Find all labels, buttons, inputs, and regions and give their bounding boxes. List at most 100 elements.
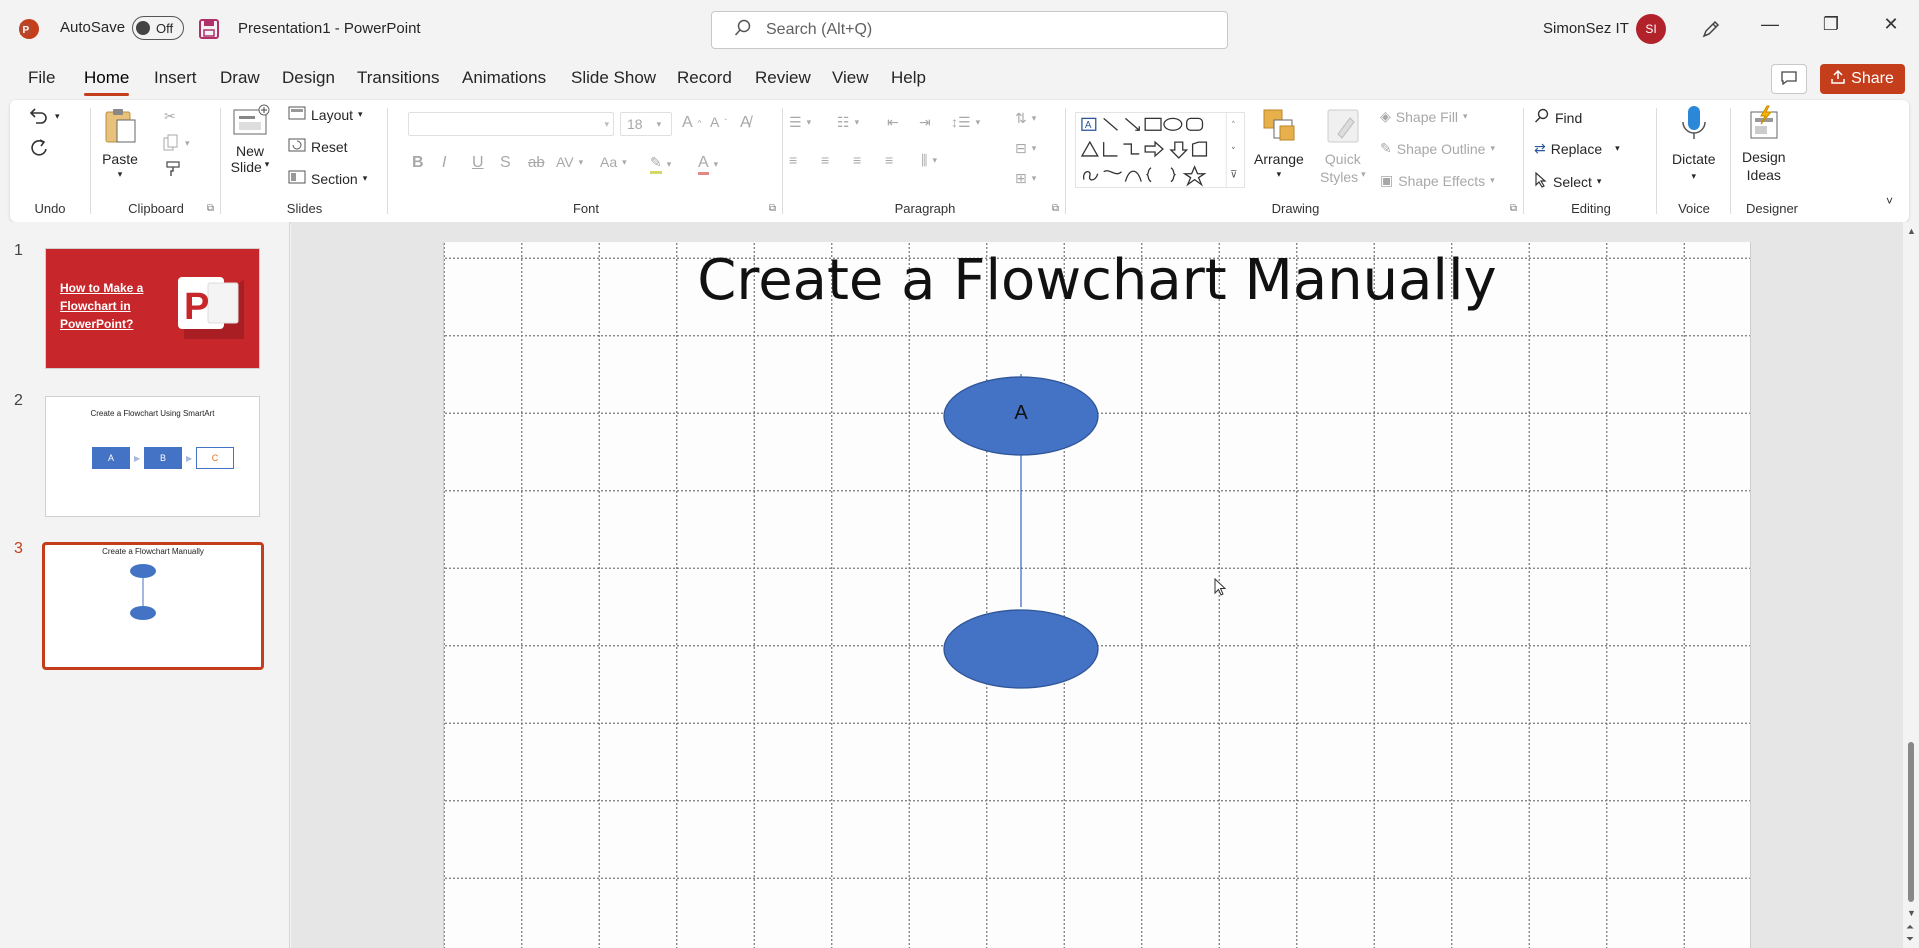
layout-button[interactable]: Layout ▾: [288, 106, 363, 123]
dialog-launcher-icon[interactable]: ⧉: [1052, 203, 1059, 214]
line-spacing-icon[interactable]: ↕☰ ▾: [951, 114, 980, 131]
minimize-icon[interactable]: —: [1755, 14, 1785, 35]
copy-icon[interactable]: ▾: [162, 134, 190, 152]
select-button[interactable]: Select ▾: [1534, 171, 1601, 191]
dictate-button[interactable]: Dictate ▾: [1672, 104, 1716, 182]
dialog-launcher-icon[interactable]: ⧉: [769, 203, 776, 214]
shapes-gallery[interactable]: A ˄ ˅ ⊽: [1075, 112, 1245, 188]
paste-button[interactable]: Paste ▾: [102, 106, 138, 180]
increase-indent-icon[interactable]: ⇥: [919, 114, 931, 131]
text-shadow-icon[interactable]: S: [500, 154, 511, 172]
dialog-launcher-icon[interactable]: ⧉: [1510, 203, 1517, 214]
align-text-icon[interactable]: ⊟ ▾: [1015, 140, 1036, 157]
tab-transitions[interactable]: Transitions: [357, 68, 440, 88]
columns-icon[interactable]: ⫼ ▾: [921, 152, 937, 169]
tab-insert[interactable]: Insert: [154, 68, 197, 88]
format-painter-icon[interactable]: [164, 160, 182, 178]
cut-icon[interactable]: ✂: [164, 108, 176, 125]
section-button[interactable]: Section ▾: [288, 170, 367, 187]
bold-icon[interactable]: B: [412, 154, 424, 172]
scrollbar-thumb[interactable]: [1908, 742, 1914, 902]
shape-outline-button[interactable]: ✎ Shape Outline ▾: [1380, 140, 1495, 157]
align-center-icon[interactable]: ≡: [821, 152, 829, 168]
underline-icon[interactable]: U: [472, 154, 484, 172]
undo-group-label: Undo: [34, 201, 66, 216]
font-name-dropdown[interactable]: ▾: [408, 112, 614, 136]
find-button[interactable]: Find: [1534, 108, 1582, 127]
align-left-icon[interactable]: ≡: [789, 152, 797, 168]
scroll-up-icon[interactable]: ▲: [1907, 226, 1916, 236]
user-avatar[interactable]: SI: [1636, 14, 1666, 44]
tab-design[interactable]: Design: [282, 68, 335, 88]
tab-slide-show[interactable]: Slide Show: [571, 68, 656, 88]
align-right-icon[interactable]: ≡: [853, 152, 861, 168]
user-name[interactable]: SimonSez IT: [1543, 20, 1629, 37]
previous-slide-icon[interactable]: ⏶: [1906, 922, 1914, 933]
highlight-color-icon[interactable]: ✎ ▾: [650, 154, 671, 174]
svg-text:˅: ˅: [1231, 147, 1235, 157]
divider: [220, 108, 221, 214]
bullets-icon[interactable]: ☰ ▾: [789, 114, 811, 131]
paste-icon: [102, 106, 138, 149]
scroll-down-icon[interactable]: ▼: [1907, 908, 1916, 918]
numbering-icon[interactable]: ☷ ▾: [837, 114, 859, 131]
share-button[interactable]: Share: [1820, 64, 1905, 94]
paragraph-group: ☰ ▾ ☷ ▾ ⇤ ⇥ ↕☰ ▾ ≡ ≡ ≡ ≡ ⫼ ▾ ⇅ ▾ ⊟ ▾ ⊞ ▾…: [785, 100, 1065, 222]
redo-icon[interactable]: [28, 138, 50, 160]
flowchart-oval-b[interactable]: [943, 609, 1099, 689]
strikethrough-icon[interactable]: ab: [528, 154, 545, 171]
new-slide-button[interactable]: New Slide ▾: [230, 104, 270, 175]
vertical-scrollbar[interactable]: ▲ ▼ ⏶ ⏷: [1903, 222, 1919, 948]
pen-icon[interactable]: [1700, 18, 1722, 40]
divider: [90, 108, 91, 214]
slide-3-editor[interactable]: Create a Flowchart Manually A: [443, 242, 1751, 948]
svg-text:P: P: [23, 25, 30, 36]
reset-label: Reset: [311, 138, 348, 155]
justify-icon[interactable]: ≡: [885, 152, 893, 168]
close-icon[interactable]: ✕: [1876, 14, 1906, 35]
increase-font-icon[interactable]: A ^: [682, 114, 701, 132]
replace-icon: ⇄: [1534, 140, 1546, 156]
smartart-convert-icon[interactable]: ⊞ ▾: [1015, 170, 1036, 187]
comment-icon: [1781, 70, 1797, 88]
undo-icon[interactable]: ▾: [28, 106, 60, 126]
clear-formatting-icon[interactable]: A̸: [740, 114, 751, 132]
shape-outline-label: Shape Outline: [1396, 140, 1486, 157]
italic-icon[interactable]: I: [442, 154, 446, 172]
chevron-down-icon: ▾: [264, 159, 270, 169]
change-case-icon[interactable]: Aa ▾: [600, 154, 627, 170]
tab-home[interactable]: Home: [84, 68, 130, 96]
replace-button[interactable]: ⇄ Replace ▾: [1534, 140, 1620, 157]
font-size-dropdown[interactable]: 18 ▾: [620, 112, 672, 136]
tab-file[interactable]: File: [28, 68, 55, 88]
tab-review[interactable]: Review: [755, 68, 811, 88]
tab-record[interactable]: Record: [677, 68, 732, 88]
collapse-ribbon-icon[interactable]: ˅: [1886, 194, 1893, 208]
shape-effects-button[interactable]: ▣ Shape Effects ▾: [1380, 172, 1495, 189]
tab-help[interactable]: Help: [891, 68, 926, 88]
slide-thumbnail-2[interactable]: Create a Flowchart Using SmartArt A ▶ B …: [45, 396, 260, 517]
new-slide-label-2: Slide: [230, 159, 262, 175]
font-color-icon[interactable]: A ▾: [698, 154, 718, 175]
decrease-font-icon[interactable]: Aˇ: [710, 114, 727, 130]
design-ideas-button[interactable]: Design Ideas: [1742, 104, 1786, 183]
autosave-toggle[interactable]: Off: [132, 16, 184, 40]
arrange-button[interactable]: Arrange ▾: [1254, 106, 1304, 180]
shape-fill-button[interactable]: ◈ Shape Fill ▾: [1380, 108, 1468, 125]
restore-icon[interactable]: ❐: [1816, 14, 1846, 35]
reset-button[interactable]: Reset: [288, 138, 348, 155]
slide-thumbnail-3[interactable]: Create a Flowchart Manually: [42, 542, 264, 670]
quick-styles-button[interactable]: Quick Styles ▾: [1320, 106, 1366, 185]
tab-draw[interactable]: Draw: [220, 68, 260, 88]
tab-animations[interactable]: Animations: [462, 68, 546, 88]
next-slide-icon[interactable]: ⏷: [1906, 934, 1914, 945]
tab-view[interactable]: View: [832, 68, 869, 88]
character-spacing-icon[interactable]: AV ▾: [556, 154, 583, 170]
slide-thumbnail-1[interactable]: How to Make a Flowchart in PowerPoint? P: [45, 248, 260, 369]
search-box[interactable]: Search (Alt+Q): [711, 11, 1228, 49]
dialog-launcher-icon[interactable]: ⧉: [207, 203, 214, 214]
decrease-indent-icon[interactable]: ⇤: [887, 114, 899, 131]
save-icon[interactable]: [198, 18, 220, 40]
text-direction-icon[interactable]: ⇅ ▾: [1015, 110, 1036, 127]
comments-button[interactable]: [1771, 64, 1807, 94]
